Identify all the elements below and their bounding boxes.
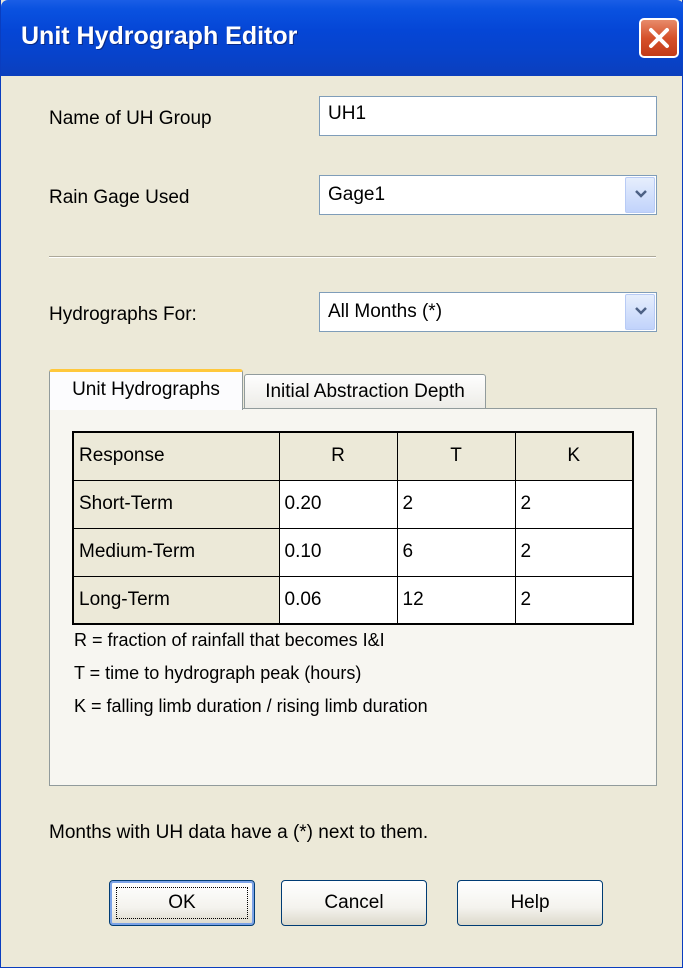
uh-data-note: Months with UH data have a (*) next to t… (49, 822, 429, 843)
rain-gage-dropdown-button[interactable] (625, 177, 655, 213)
table-header-row: Response R T K (72, 431, 634, 481)
tab-unit-hydrographs[interactable]: Unit Hydrographs (49, 369, 243, 410)
chevron-down-icon (635, 307, 647, 315)
table-row: Long-Term 0.06 12 2 (72, 575, 634, 625)
hydrographs-for-label: Hydrographs For: (49, 304, 197, 325)
hydrographs-for-select[interactable]: All Months (*) (319, 292, 657, 332)
row-label-short-term: Short-Term (72, 479, 280, 529)
group-name-field[interactable]: UH1 (319, 96, 657, 136)
ok-button[interactable]: OK (109, 880, 255, 926)
window-title: Unit Hydrograph Editor (21, 22, 298, 50)
unit-hydrograph-editor-window: Unit Hydrograph Editor Name of UH Group … (0, 0, 683, 968)
rain-gage-value: Gage1 (328, 184, 386, 205)
cell-short-term-k[interactable]: 2 (514, 479, 634, 529)
column-header-response: Response (72, 431, 280, 481)
cell-long-term-r[interactable]: 0.06 (278, 575, 398, 625)
legend-k: K = falling limb duration / rising limb … (74, 696, 428, 716)
row-label-long-term: Long-Term (72, 575, 280, 625)
cell-short-term-t[interactable]: 2 (396, 479, 516, 529)
hydrographs-for-dropdown-button[interactable] (625, 294, 655, 330)
column-header-k: K (514, 431, 634, 481)
close-icon (649, 28, 669, 48)
cell-medium-term-r[interactable]: 0.10 (278, 527, 398, 577)
legend-t: T = time to hydrograph peak (hours) (74, 663, 362, 683)
divider (49, 256, 656, 258)
cell-medium-term-k[interactable]: 2 (514, 527, 634, 577)
row-label-medium-term: Medium-Term (72, 527, 280, 577)
focus-ring (116, 887, 248, 919)
cell-medium-term-t[interactable]: 6 (396, 527, 516, 577)
column-header-r: R (278, 431, 398, 481)
chevron-down-icon (635, 190, 647, 198)
table-row: Short-Term 0.20 2 2 (72, 479, 634, 529)
rain-gage-label: Rain Gage Used (49, 187, 190, 208)
hydrographs-for-value: All Months (*) (328, 301, 443, 322)
legend-r: R = fraction of rainfall that becomes I&… (74, 630, 385, 650)
cell-long-term-k[interactable]: 2 (514, 575, 634, 625)
title-bar[interactable]: Unit Hydrograph Editor (1, 0, 683, 76)
tab-initial-abstraction-depth[interactable]: Initial Abstraction Depth (244, 374, 486, 409)
unit-hydrographs-panel: Response R T K Short-Term 0.20 2 2 Mediu… (49, 408, 657, 786)
cell-short-term-r[interactable]: 0.20 (278, 479, 398, 529)
rain-gage-select[interactable]: Gage1 (319, 175, 657, 215)
dialog-body: Name of UH Group UH1 Rain Gage Used Gage… (9, 76, 676, 960)
help-button[interactable]: Help (457, 880, 603, 926)
close-button[interactable] (639, 18, 679, 58)
column-header-t: T (396, 431, 516, 481)
unit-hydrograph-table: Response R T K Short-Term 0.20 2 2 Mediu… (72, 431, 634, 625)
table-row: Medium-Term 0.10 6 2 (72, 527, 634, 577)
cancel-button[interactable]: Cancel (281, 880, 427, 926)
group-name-label: Name of UH Group (49, 108, 212, 129)
cell-long-term-t[interactable]: 12 (396, 575, 516, 625)
